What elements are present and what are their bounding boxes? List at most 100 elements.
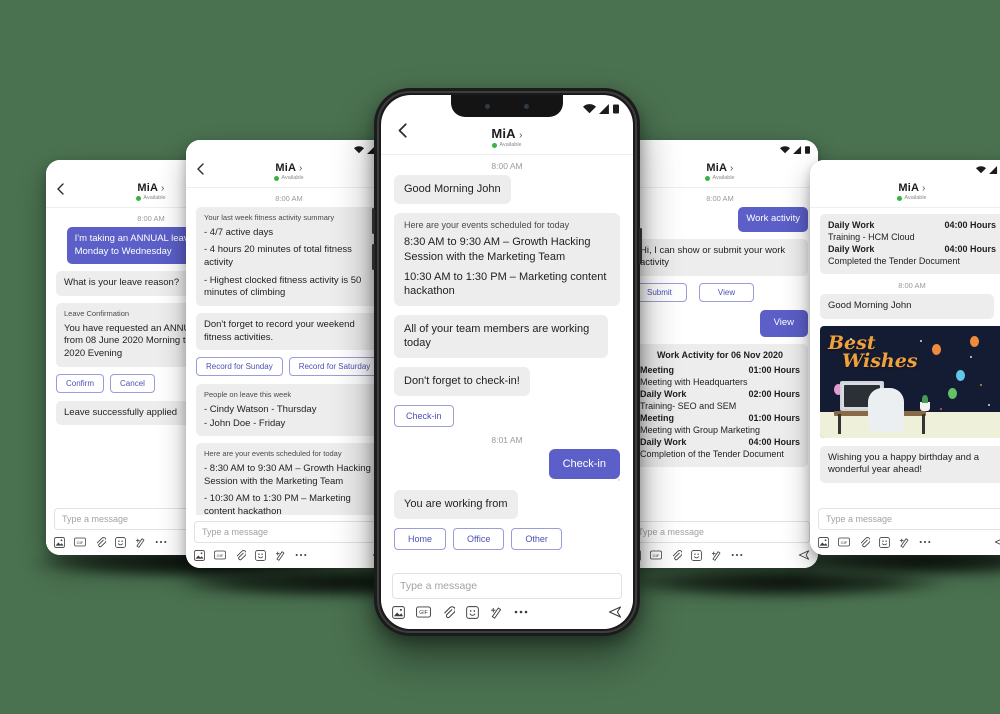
chair-icon [868, 387, 904, 432]
format-icon[interactable] [899, 537, 910, 548]
svg-text:GIF: GIF [77, 540, 84, 545]
events-card: Here are your events scheduled for today… [394, 212, 620, 306]
sticker-icon[interactable] [691, 549, 702, 561]
events-title: Here are your events scheduled for today [204, 449, 342, 459]
cancel-button[interactable]: Cancel [110, 373, 155, 393]
sticker-icon[interactable] [115, 536, 126, 548]
back-icon[interactable] [56, 182, 64, 200]
fitness-item: - 4/7 active days [204, 226, 274, 238]
status-bar [622, 140, 818, 158]
attachment-icon[interactable] [95, 536, 106, 548]
attachment-icon[interactable] [859, 536, 870, 548]
gif-icon[interactable]: GIF [214, 550, 226, 560]
bot-name[interactable]: MiA › [186, 162, 392, 174]
fitness-summary-title: Your last week fitness activity summary [204, 213, 335, 222]
image-icon[interactable] [392, 605, 405, 619]
event-item: 8:30 AM to 9:30 AM – Growth Hacking Sess… [404, 236, 591, 263]
gif-icon[interactable]: GIF [416, 606, 431, 618]
volume-button[interactable] [372, 244, 375, 270]
presence-dot [897, 195, 903, 201]
events-title: Here are your events scheduled for today [404, 219, 570, 230]
format-icon[interactable] [711, 550, 722, 561]
birthday-card-image: Best Wishes [820, 325, 1000, 438]
record-sunday-button[interactable]: Record for Sunday [196, 357, 283, 377]
more-icon[interactable] [514, 610, 528, 614]
gif-icon[interactable]: GIF [838, 537, 850, 547]
sticker-icon[interactable] [879, 536, 890, 548]
option-office-button[interactable]: Office [453, 527, 505, 550]
report-title: Work Activity for 06 Nov 2020 [656, 349, 784, 360]
message-input[interactable]: Type a message [818, 508, 1000, 530]
more-icon[interactable] [919, 540, 931, 544]
bot-name[interactable]: MiA › [381, 126, 633, 141]
presence-status: Available [186, 175, 392, 181]
send-icon[interactable] [994, 536, 1000, 548]
image-icon[interactable] [54, 536, 65, 548]
fitness-summary-card: Your last week fitness activity summary … [196, 207, 382, 306]
bot-name[interactable]: MiA › [810, 182, 1000, 194]
hero-phone: MiA › Available 8:00 AM Good Morning Joh… [372, 88, 642, 636]
message-bubble-checkin-reminder: Don't forget to check-in! [394, 367, 530, 396]
image-icon[interactable] [818, 536, 829, 548]
sticker-icon[interactable] [466, 605, 479, 619]
volume-button[interactable] [372, 208, 375, 234]
image-icon[interactable] [194, 549, 205, 561]
svg-text:GIF: GIF [841, 540, 848, 545]
back-icon[interactable] [196, 162, 204, 180]
work-activity-report: Work Activity for 06 Nov 2020 Meeting 01:… [632, 343, 808, 467]
format-icon[interactable] [275, 550, 286, 561]
chat-header: MiA › Available [622, 158, 818, 188]
option-home-button[interactable]: Home [394, 527, 447, 550]
attachment-icon[interactable] [671, 549, 682, 561]
timestamp: 8:00 AM [491, 161, 523, 171]
message-input[interactable]: Type a message [630, 521, 810, 543]
attachment-icon[interactable] [442, 605, 455, 619]
view-button[interactable]: View [698, 282, 755, 302]
gif-icon[interactable]: GIF [74, 537, 86, 547]
composer: Type a message GIF [381, 566, 633, 629]
message-list: Work activity Hi, I can show or submit y… [622, 207, 818, 467]
row-hours: 02:00 Hours [748, 389, 800, 400]
more-icon[interactable] [155, 540, 167, 544]
balloon-icon [948, 387, 957, 399]
screen-fitness: MiA › Available 8:00 AM Your last week f… [186, 140, 392, 568]
presence-status: Available [381, 142, 633, 148]
power-button[interactable] [639, 228, 642, 264]
row-type: Daily Work [828, 243, 875, 254]
confetti-dot [988, 403, 990, 406]
format-icon[interactable] [490, 606, 503, 619]
format-icon[interactable] [135, 537, 146, 548]
message-input[interactable]: Type a message [392, 573, 622, 599]
bot-name[interactable]: MiA › [622, 162, 818, 174]
composer: Type a message GIF [810, 502, 1000, 555]
check-in-button[interactable]: Check-in [394, 404, 454, 427]
message-input[interactable]: Type a message [194, 521, 384, 543]
submit-button[interactable]: Submit [632, 282, 687, 302]
timestamp: 8:00 AM [898, 280, 926, 290]
work-activity-report-tail: Daily Work 04:00 Hours Training - HCM Clo… [820, 214, 1000, 274]
fitness-item: - 4 hours 20 minutes of total fitness ac… [204, 244, 352, 268]
presence-dot [136, 195, 142, 201]
send-icon[interactable] [798, 549, 810, 561]
desk-leg [838, 413, 841, 434]
sticker-icon[interactable] [255, 549, 266, 561]
desk-leg [922, 413, 925, 434]
plant-icon [920, 394, 930, 411]
message-bubble-user-view: View [759, 309, 808, 337]
message-bubble-greeting: Good Morning John [820, 293, 995, 319]
attachment-icon[interactable] [235, 549, 246, 561]
report-row: Daily Work 04:00 Hours Training - HCM Clo… [828, 220, 996, 244]
back-icon[interactable] [397, 123, 407, 143]
option-other-button[interactable]: Other [511, 527, 562, 550]
more-icon[interactable] [731, 553, 743, 557]
confirm-button[interactable]: Confirm [56, 373, 105, 393]
send-icon[interactable] [608, 605, 622, 619]
event-item: 10:30 AM to 1:30 PM – Marketing content … [404, 270, 607, 298]
more-icon[interactable] [295, 553, 307, 557]
timestamp: 8:00 AM [275, 194, 303, 203]
gif-icon[interactable]: GIF [650, 550, 662, 560]
confetti-dot [970, 355, 972, 358]
record-saturday-button[interactable]: Record for Saturday [288, 357, 381, 377]
row-detail: Training- SEO and SEM [640, 401, 737, 412]
balloon-icon [932, 343, 941, 355]
